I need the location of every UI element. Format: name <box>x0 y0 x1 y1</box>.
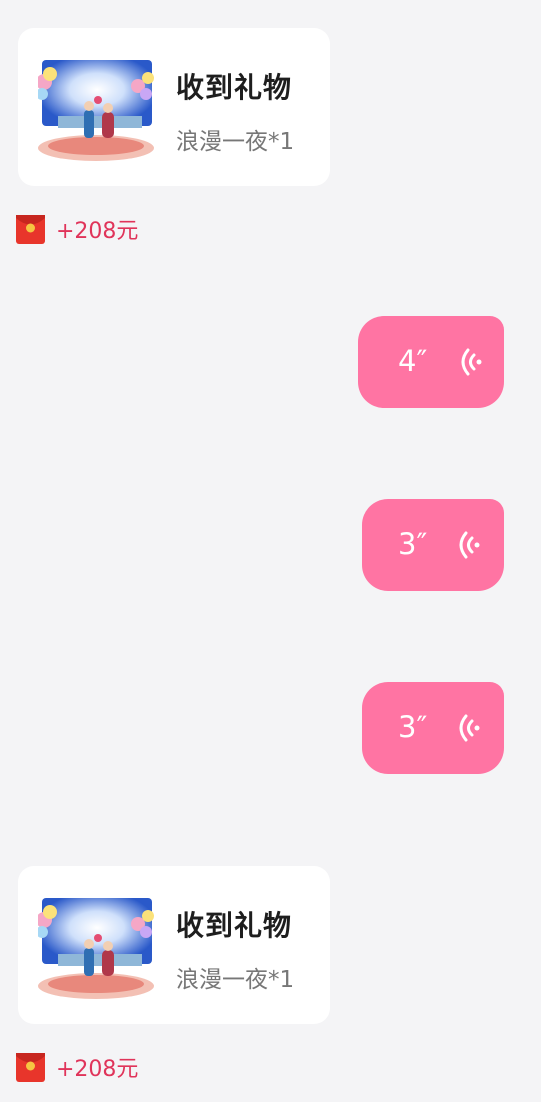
voice-wave-icon <box>454 529 480 561</box>
gift-description: 浪漫一夜*1 <box>176 967 295 993</box>
red-envelope-icon <box>16 1052 45 1082</box>
gift-message-card[interactable]: 收到礼物 浪漫一夜*1 <box>18 28 330 186</box>
reward-amount: +208元 <box>56 219 139 244</box>
voice-duration: 3″ <box>398 710 428 744</box>
voice-duration: 3″ <box>398 527 428 561</box>
voice-message-bubble[interactable]: 4″ <box>358 316 504 408</box>
gift-message-card[interactable]: 收到礼物 浪漫一夜*1 <box>18 866 330 1024</box>
voice-wave-icon <box>454 712 480 744</box>
romantic-night-gift-image <box>38 52 156 164</box>
gift-title: 收到礼物 <box>176 909 293 942</box>
voice-message-bubble[interactable]: 3″ <box>362 499 504 591</box>
voice-duration: 4″ <box>398 344 428 378</box>
voice-wave-icon <box>456 346 482 378</box>
red-envelope-icon <box>16 214 45 244</box>
romantic-night-gift-image <box>38 890 156 1002</box>
reward-amount: +208元 <box>56 1057 139 1082</box>
gift-description: 浪漫一夜*1 <box>176 129 295 155</box>
gift-title: 收到礼物 <box>176 71 293 104</box>
gift-reward: +208元 <box>16 214 138 244</box>
gift-reward: +208元 <box>16 1052 138 1082</box>
voice-message-bubble[interactable]: 3″ <box>362 682 504 774</box>
